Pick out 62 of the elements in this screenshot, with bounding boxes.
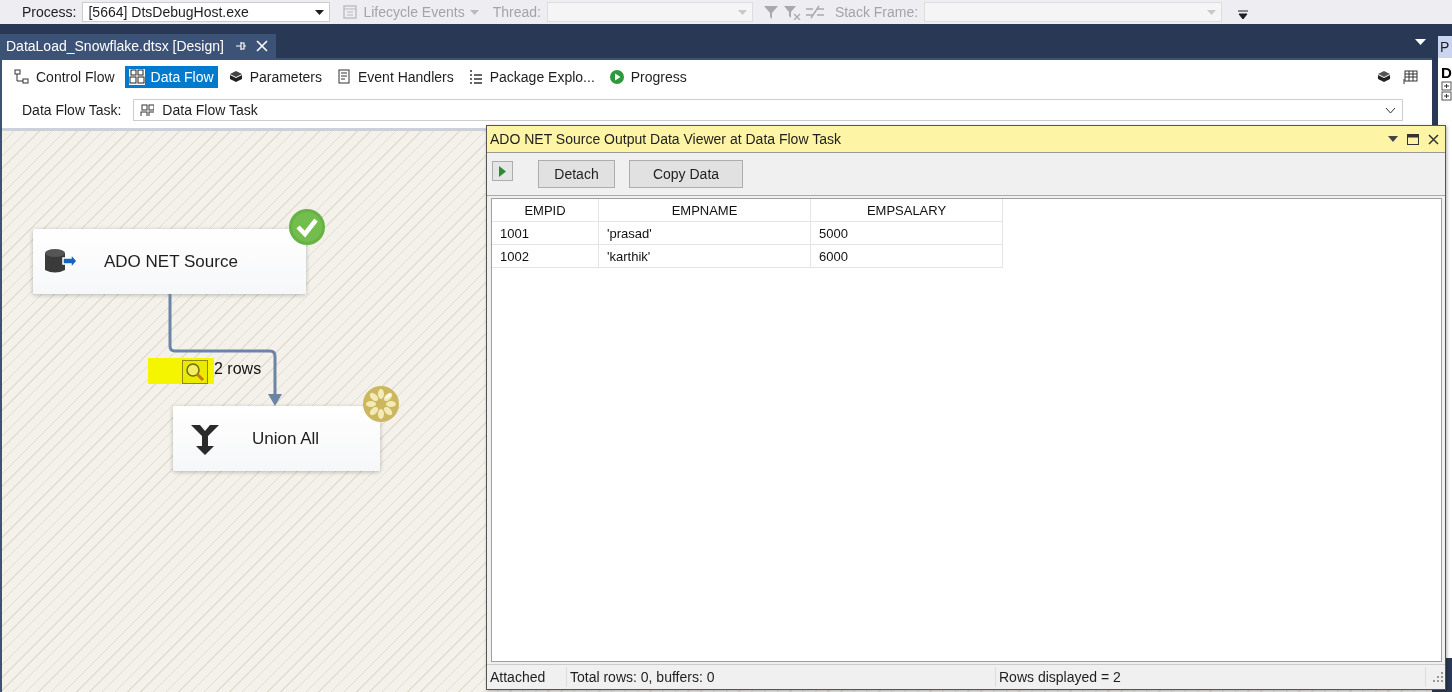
designer-tab[interactable]: Package Explo...: [463, 66, 599, 88]
table-cell: 'karthik': [598, 244, 811, 268]
component-box[interactable]: ADO NET Source: [33, 229, 306, 294]
column-header[interactable]: EMPNAME: [598, 199, 811, 222]
dropdown-icon[interactable]: [1415, 39, 1426, 46]
calendar-icon: [342, 4, 359, 20]
boxes-icon: [128, 69, 145, 85]
panel-title: P: [1438, 36, 1452, 58]
combo-box[interactable]: [5664] DtsDebugHost.exe: [82, 2, 331, 22]
table-cell: 6000: [810, 244, 1003, 268]
caret-icon: [315, 9, 325, 15]
toolbar-button[interactable]: Detach: [538, 160, 615, 188]
field-label: Data Flow Task:: [22, 102, 122, 118]
table-cell: 5000: [810, 221, 1003, 245]
disabled-label: Thread:: [492, 4, 541, 20]
play-icon: [499, 165, 506, 177]
grid-icon[interactable]: [1402, 69, 1418, 85]
resize-grip-icon[interactable]: [1433, 672, 1443, 682]
designer-tab[interactable]: Progress: [604, 66, 691, 88]
designer-tab[interactable]: Control Flow: [10, 66, 119, 88]
component-label: ADO NET Source: [104, 251, 238, 272]
cube-icon: [227, 69, 244, 85]
flowchart-icon: [14, 69, 30, 85]
column-header[interactable]: EMPID: [492, 199, 599, 222]
task-combo-box[interactable]: Data Flow Task: [133, 99, 1404, 121]
toolbar-options-icon[interactable]: [1238, 10, 1249, 20]
document-tab[interactable]: DataLoad_Snowflake.dtsx [Design]: [0, 34, 276, 58]
boxes-icon: [140, 104, 155, 116]
dropdown-icon[interactable]: [1388, 136, 1398, 142]
component-box[interactable]: Union All: [173, 406, 380, 471]
close-icon[interactable]: [1428, 133, 1439, 145]
play-icon: [608, 69, 625, 85]
status-text: Total rows: 0, buffers: 0: [567, 667, 996, 687]
designer-tab[interactable]: Event Handlers: [332, 66, 458, 88]
document-icon: [336, 69, 352, 85]
magnifier-icon[interactable]: [182, 360, 208, 384]
status-text: Attached: [487, 667, 567, 687]
tree-list-icon: [467, 69, 484, 85]
caret-icon: [1207, 9, 1217, 15]
play-button[interactable]: [492, 161, 513, 181]
designer-tab[interactable]: Parameters: [223, 66, 326, 88]
table-cell: 'prasad': [598, 221, 811, 245]
column-header[interactable]: EMPSALARY: [810, 199, 1003, 222]
designer-tab[interactable]: Data Flow: [124, 66, 218, 88]
caret-icon: [469, 9, 479, 15]
toolbar-button[interactable]: Copy Data: [629, 160, 743, 188]
panel-text: D: [1441, 63, 1452, 81]
caret-icon: [737, 9, 747, 15]
document-title: DataLoad_Snowflake.dtsx [Design]: [6, 38, 224, 54]
table-cell: 1001: [492, 221, 599, 245]
status-text: Rows displayed = 2: [996, 667, 1426, 687]
disabled-label: Stack Frame:: [834, 4, 919, 20]
chevron-icon: [1385, 106, 1397, 114]
toolbar-label: Process:: [22, 4, 77, 20]
cube-icon[interactable]: [1376, 69, 1392, 85]
maximize-icon[interactable]: [1407, 133, 1419, 145]
component-label: Union All: [252, 428, 320, 449]
expand-icons[interactable]: [1441, 81, 1452, 101]
pin-icon[interactable]: [233, 40, 246, 52]
row-count-label: 2 rows: [214, 360, 262, 378]
table-cell: 1002: [492, 244, 599, 268]
window-title: ADO NET Source Output Data Viewer at Data Flow Task: [490, 131, 842, 147]
